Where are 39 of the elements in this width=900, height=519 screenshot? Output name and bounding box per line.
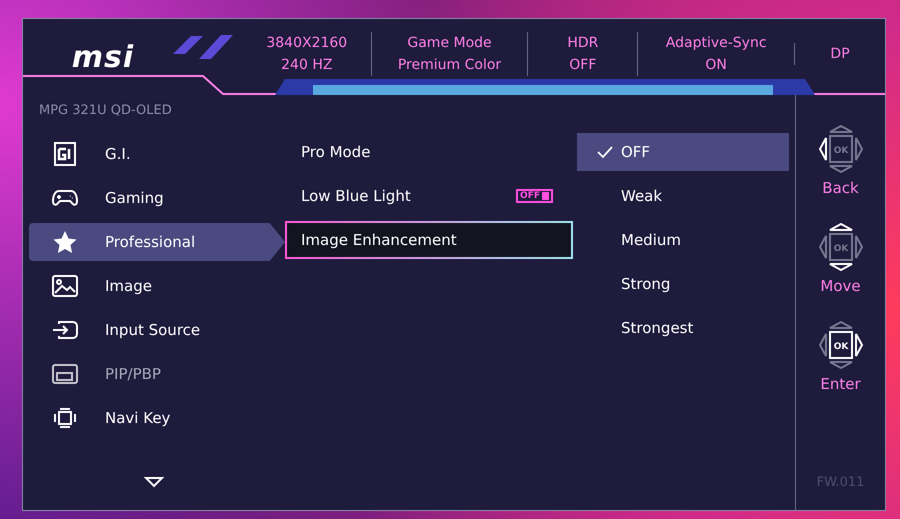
submenu-label: Image Enhancement: [301, 231, 457, 249]
menu-item[interactable]: Gaming: [29, 179, 285, 217]
option-label: Medium: [621, 231, 681, 249]
option-item[interactable]: Weak: [577, 177, 789, 215]
scroll-down-icon[interactable]: [144, 476, 164, 488]
gi-logo-icon: [51, 141, 79, 167]
option-label: OFF: [621, 143, 650, 161]
status-info: HDR OFF: [527, 32, 638, 76]
option-item[interactable]: Medium: [577, 221, 789, 259]
submenu-item[interactable]: Pro Mode: [285, 133, 573, 171]
model-name: MPG 321U QD-OLED: [38, 102, 173, 120]
off-badge: OFF: [516, 189, 553, 203]
status-info: DP: [794, 43, 885, 65]
status-info: Game Mode Premium Color: [370, 32, 528, 76]
option-label: Strong: [621, 275, 670, 293]
msi-logo: msi: [70, 40, 136, 74]
option-item[interactable]: OFF: [577, 133, 789, 171]
status-info: 3840X2160 240 HZ: [265, 34, 348, 75]
option-label: Weak: [621, 187, 662, 205]
submenu-label: Pro Mode: [301, 143, 370, 161]
menu-item[interactable]: Professional: [29, 223, 285, 261]
submenu-item[interactable]: Image Enhancement: [285, 221, 573, 259]
status-info: Adaptive-Sync ON: [637, 32, 794, 76]
nav-label: Enter: [820, 375, 861, 393]
dpad-icon: [51, 405, 79, 431]
nav-label: Back: [822, 179, 859, 197]
image-icon: [51, 273, 79, 299]
option-item[interactable]: Strongest: [577, 309, 789, 347]
submenu-item[interactable]: Low Blue Light OFF: [285, 177, 573, 215]
menu-item[interactable]: Image: [29, 267, 285, 305]
nav-label: Move: [820, 277, 861, 295]
option-label: Strongest: [621, 319, 694, 337]
window-icon: [51, 361, 79, 387]
star-icon: [51, 229, 79, 255]
menu-item[interactable]: G.I.: [29, 135, 285, 173]
menu-item[interactable]: Navi Key: [29, 399, 285, 437]
option-item[interactable]: Strong: [577, 265, 789, 303]
submenu-label: Low Blue Light: [301, 187, 411, 205]
menu-item[interactable]: Input Source: [29, 311, 285, 349]
